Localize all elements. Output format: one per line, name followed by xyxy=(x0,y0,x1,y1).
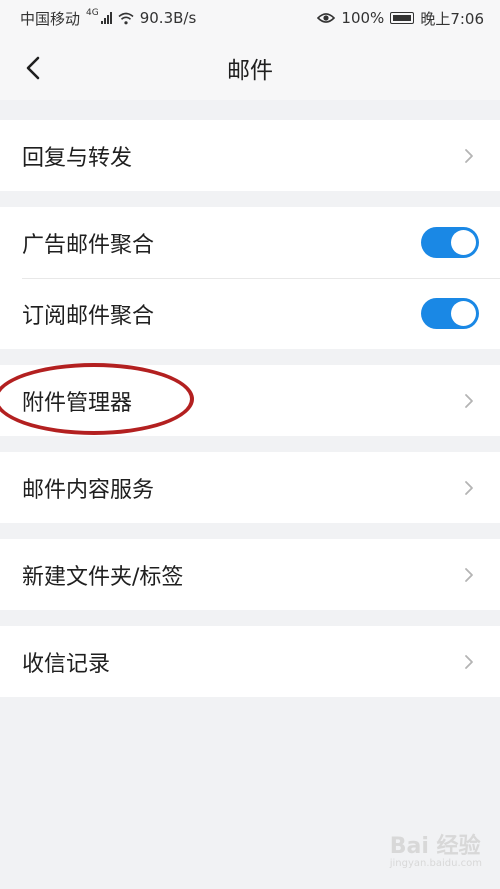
chevron-right-icon xyxy=(465,655,473,669)
chevron-left-icon[interactable] xyxy=(20,54,48,82)
chevron-right-icon xyxy=(465,394,473,408)
ad-mail-aggregate-row: 广告邮件聚合 xyxy=(0,207,500,278)
watermark-url: jingyan.baidu.com xyxy=(389,858,482,869)
status-left: 中国移动 4G 90.3B/s xyxy=(20,8,196,29)
toggle-knob xyxy=(451,301,476,326)
content-service-label: 邮件内容服务 xyxy=(22,477,155,503)
battery-percent: 100% xyxy=(341,9,385,27)
carrier-name: 中国移动 xyxy=(20,9,81,28)
nav-bar: 邮件 xyxy=(0,36,500,100)
network-type: 4G xyxy=(86,8,99,18)
battery-icon xyxy=(390,12,415,24)
settings-group-log: 收信记录 xyxy=(0,626,500,697)
settings-group-reply: 回复与转发 xyxy=(0,120,500,191)
watermark: Bai 经验 jingyan.baidu.com xyxy=(390,828,482,869)
page-title: 邮件 xyxy=(227,58,273,84)
ad-mail-aggregate-label: 广告邮件聚合 xyxy=(22,232,155,258)
attachment-manager-row[interactable]: 附件管理器 xyxy=(0,365,500,436)
attachment-manager-label: 附件管理器 xyxy=(22,390,133,416)
eye-icon xyxy=(317,13,336,23)
status-right: 100% 晚上7:06 xyxy=(317,8,484,29)
toggle-knob xyxy=(451,230,476,255)
new-folder-tag-label: 新建文件夹/标签 xyxy=(22,564,184,590)
signal-icon xyxy=(100,12,112,24)
subscription-aggregate-label: 订阅邮件聚合 xyxy=(22,303,155,329)
receive-log-row[interactable]: 收信记录 xyxy=(0,626,500,697)
status-bar: 中国移动 4G 90.3B/s 100% 晚上7:06 xyxy=(0,0,500,36)
subscription-aggregate-row: 订阅邮件聚合 xyxy=(0,278,500,349)
subscription-aggregate-toggle[interactable] xyxy=(421,298,479,329)
new-folder-tag-row[interactable]: 新建文件夹/标签 xyxy=(0,539,500,610)
network-speed: 90.3B/s xyxy=(139,9,197,27)
settings-group-attachments: 附件管理器 xyxy=(0,365,500,436)
clock: 晚上7:06 xyxy=(420,9,484,28)
chevron-right-icon xyxy=(465,568,473,582)
wifi-icon xyxy=(118,12,134,24)
reply-forward-label: 回复与转发 xyxy=(22,145,133,171)
settings-group-content: 邮件内容服务 xyxy=(0,452,500,523)
ad-mail-aggregate-toggle[interactable] xyxy=(421,227,479,258)
chevron-right-icon xyxy=(465,481,473,495)
settings-group-folders: 新建文件夹/标签 xyxy=(0,539,500,610)
receive-log-label: 收信记录 xyxy=(22,651,111,677)
settings-group-aggregate: 广告邮件聚合 订阅邮件聚合 xyxy=(0,207,500,349)
reply-forward-row[interactable]: 回复与转发 xyxy=(0,120,500,191)
content-service-row[interactable]: 邮件内容服务 xyxy=(0,452,500,523)
watermark-brand: Bai 经验 xyxy=(389,834,481,859)
chevron-right-icon xyxy=(465,149,473,163)
